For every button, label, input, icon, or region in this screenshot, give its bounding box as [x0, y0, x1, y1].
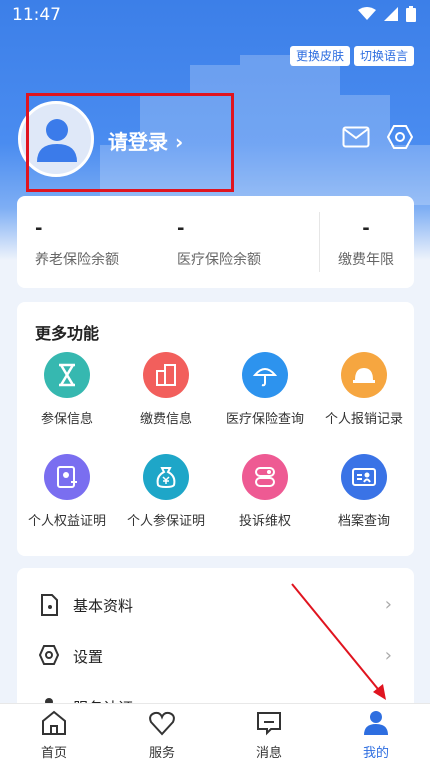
- change-language-button[interactable]: 切换语言: [353, 46, 414, 66]
- settings-icon[interactable]: [387, 124, 413, 150]
- highlight-box: [26, 93, 234, 192]
- user-icon: [364, 711, 388, 735]
- menu-item-basic-info[interactable]: 基本资料 ›: [17, 580, 414, 631]
- chevron-right-icon: ›: [384, 594, 392, 615]
- tab-home[interactable]: 首页: [14, 710, 94, 761]
- id-card-icon: [352, 468, 376, 486]
- function-rights-certificate[interactable]: 个人权益证明: [17, 454, 117, 529]
- heart-icon: [149, 711, 175, 736]
- more-functions-card: 更多功能 参保信息 缴费信息 医疗保险查询 个人报销记录 个人权益证明 个人参保…: [17, 302, 414, 556]
- balance-card: - 养老保险余额 - 医疗保险余额 - 缴费年限: [17, 196, 414, 288]
- function-insurance-certificate[interactable]: 个人参保证明: [116, 454, 216, 529]
- menu-item-settings[interactable]: 设置 ›: [17, 631, 414, 682]
- umbrella-icon: [253, 368, 277, 387]
- function-archive-query[interactable]: 档案查询: [314, 454, 414, 529]
- mail-icon[interactable]: [342, 126, 370, 148]
- status-bar: 11:47: [0, 0, 430, 30]
- change-skin-button[interactable]: 更换皮肤: [289, 46, 350, 66]
- certificate-icon: [57, 466, 77, 488]
- toggle-card-icon: [255, 467, 275, 487]
- bottom-tab-bar: 首页 服务 消息 我的: [0, 703, 430, 764]
- function-complaints[interactable]: 投诉维权: [215, 454, 315, 529]
- payment-years[interactable]: - 缴费年限: [338, 218, 394, 269]
- tab-messages[interactable]: 消息: [229, 710, 309, 761]
- section-title: 更多功能: [35, 324, 100, 343]
- building-icon: [156, 364, 176, 386]
- helmet-icon: [353, 368, 375, 383]
- hourglass-icon: [59, 363, 75, 387]
- divider: [319, 212, 320, 272]
- tab-services[interactable]: 服务: [122, 710, 202, 761]
- medical-balance[interactable]: - 医疗保险余额: [177, 218, 261, 269]
- battery-icon: [406, 6, 416, 22]
- function-payment-info[interactable]: 缴费信息: [116, 352, 216, 427]
- message-icon: [257, 712, 281, 736]
- tab-mine[interactable]: 我的: [336, 710, 416, 761]
- wifi-icon: [358, 7, 376, 20]
- settings-icon: [39, 645, 59, 665]
- chevron-right-icon: ›: [384, 645, 392, 666]
- money-bag-icon: [156, 467, 176, 489]
- status-time: 11:47: [12, 5, 61, 25]
- signal-icon: [384, 7, 398, 21]
- function-insurance-info[interactable]: 参保信息: [17, 352, 117, 427]
- document-user-icon: [41, 594, 58, 616]
- function-medical-query[interactable]: 医疗保险查询: [215, 352, 315, 427]
- function-reimbursement-records[interactable]: 个人报销记录: [314, 352, 414, 427]
- home-icon: [42, 710, 66, 735]
- pension-balance[interactable]: - 养老保险余额: [35, 218, 119, 269]
